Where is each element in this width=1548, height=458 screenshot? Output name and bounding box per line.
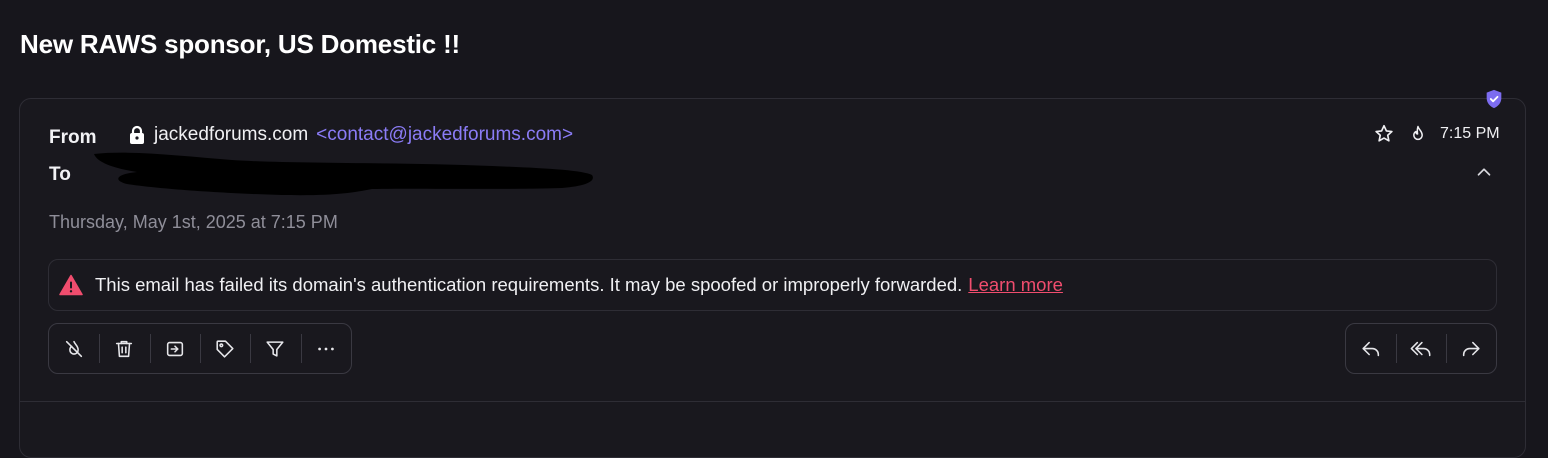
move-to-icon[interactable]	[149, 324, 200, 373]
to-label: To	[49, 164, 71, 185]
verified-shield-icon	[1483, 88, 1505, 110]
forward-icon[interactable]	[1446, 324, 1496, 373]
star-icon[interactable]	[1372, 122, 1396, 146]
sender[interactable]: jackedforums.com <contact@jackedforums.c…	[128, 124, 573, 146]
email-date: Thursday, May 1st, 2025 at 7:15 PM	[49, 212, 338, 232]
sender-address[interactable]: <contact@jackedforums.com>	[316, 124, 573, 146]
learn-more-link[interactable]: Learn more	[968, 274, 1063, 295]
auth-warning-banner: This email has failed its domain's authe…	[48, 259, 1497, 311]
email-time: 7:15 PM	[1440, 125, 1500, 142]
reply-actions-toolbar	[1345, 323, 1497, 374]
email-subject: New RAWS sponsor, US Domestic !!	[20, 29, 461, 59]
sender-name: jackedforums.com	[154, 124, 309, 145]
from-label: From	[49, 127, 97, 148]
flame-icon[interactable]	[1406, 122, 1430, 146]
chevron-up-icon[interactable]	[1472, 160, 1496, 184]
trash-icon[interactable]	[99, 324, 149, 373]
message-actions-toolbar	[48, 323, 352, 374]
warning-triangle-icon	[59, 274, 83, 296]
body-divider	[20, 401, 1525, 402]
filter-icon[interactable]	[250, 324, 300, 373]
header-meta: 7:15 PM	[1372, 122, 1500, 146]
reply-icon[interactable]	[1346, 324, 1396, 373]
more-icon[interactable]	[300, 324, 351, 373]
warning-message: This email has failed its domain's authe…	[95, 274, 963, 295]
unsnooze-icon[interactable]	[49, 324, 99, 373]
tag-icon[interactable]	[199, 324, 250, 373]
lock-icon	[128, 125, 146, 145]
reply-all-icon[interactable]	[1396, 324, 1446, 373]
recipient-redaction	[92, 148, 597, 198]
